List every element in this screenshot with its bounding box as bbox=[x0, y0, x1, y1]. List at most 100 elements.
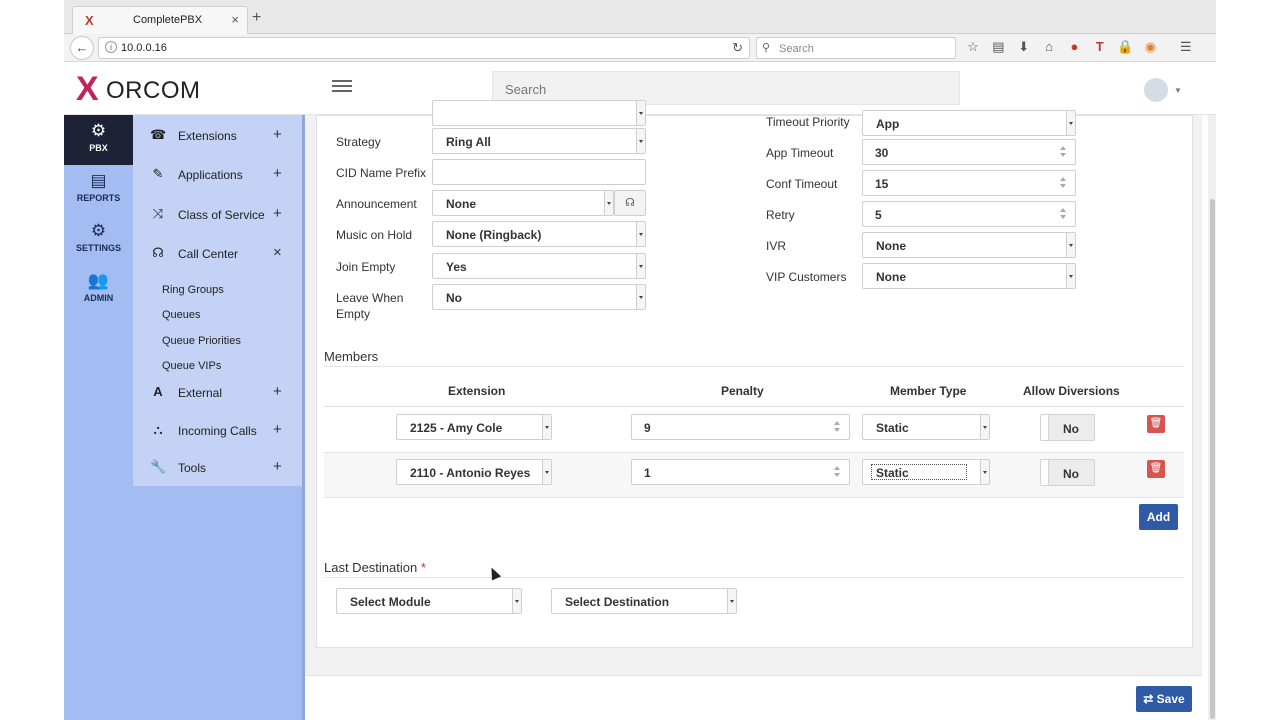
input-value: 30 bbox=[875, 146, 889, 160]
extension-t-icon[interactable]: T bbox=[1089, 39, 1111, 54]
sidebar-item-label: Incoming Calls bbox=[178, 424, 257, 438]
leave-when-empty-select[interactable]: No bbox=[432, 284, 646, 310]
scrollbar-thumb[interactable] bbox=[1210, 199, 1215, 719]
spinner-icon[interactable] bbox=[1059, 177, 1067, 189]
url-bar[interactable]: i 10.0.0.16 ↻ bbox=[98, 37, 750, 59]
browser-tab[interactable]: X CompletePBX × bbox=[72, 6, 248, 34]
member-type-select[interactable]: Static bbox=[862, 459, 990, 485]
conf-timeout-input[interactable]: 15 bbox=[862, 170, 1076, 196]
save-button[interactable]: ⇄ Save bbox=[1136, 686, 1192, 712]
extension-icon[interactable]: ◉ bbox=[1139, 39, 1161, 55]
primary-rail: ⚙ PBX ▤ REPORTS ⚙ SETTINGS 👥 ADMIN bbox=[64, 115, 133, 720]
divider bbox=[324, 366, 1184, 367]
sidebar-subitem-queues[interactable]: Queues bbox=[162, 309, 201, 321]
app-timeout-input[interactable]: 30 bbox=[862, 139, 1076, 165]
browser-search-input[interactable]: ⚲ Search bbox=[756, 37, 956, 59]
clipped-select[interactable] bbox=[432, 100, 646, 126]
timeout-priority-select[interactable]: App bbox=[862, 110, 1076, 136]
headphones-icon[interactable]: ☊ bbox=[614, 190, 646, 216]
spinner-icon[interactable] bbox=[1059, 208, 1067, 220]
new-tab-icon[interactable]: + bbox=[252, 9, 261, 27]
page-scrollbar[interactable] bbox=[1208, 115, 1216, 720]
select-value: 2110 - Antonio Reyes bbox=[410, 466, 531, 480]
info-icon[interactable]: i bbox=[105, 41, 117, 53]
list-menu-icon[interactable] bbox=[332, 80, 352, 96]
sidebar-item-external[interactable]: A External + bbox=[133, 373, 302, 411]
select-destination-dropdown[interactable]: Select Destination bbox=[551, 588, 737, 614]
sidebar-subitem-queue-priorities[interactable]: Queue Priorities bbox=[162, 335, 241, 347]
retry-label: Retry bbox=[766, 208, 795, 222]
sidebar-item-call-center[interactable]: ☊ Call Center × bbox=[133, 234, 302, 272]
strategy-select[interactable]: Ring All bbox=[432, 128, 646, 154]
delete-member-icon[interactable]: 🗑 bbox=[1147, 460, 1165, 478]
select-value: Select Module bbox=[350, 595, 431, 609]
back-icon[interactable]: ← bbox=[70, 36, 94, 60]
toggle-value: No bbox=[1063, 422, 1079, 436]
sidebar-item-applications[interactable]: ✎ Applications + bbox=[133, 155, 302, 193]
last-destination-label: Last Destination bbox=[324, 560, 418, 575]
home-icon[interactable]: ⌂ bbox=[1038, 39, 1060, 54]
user-avatar[interactable] bbox=[1144, 78, 1168, 102]
member-extension-select[interactable]: 2110 - Antonio Reyes bbox=[396, 459, 552, 485]
spinner-icon[interactable] bbox=[1059, 146, 1067, 158]
allow-diversions-toggle[interactable]: No bbox=[1040, 414, 1095, 441]
expand-plus-icon[interactable]: + bbox=[273, 205, 282, 222]
input-value: 1 bbox=[644, 466, 651, 480]
spinner-icon[interactable] bbox=[833, 466, 841, 478]
sidebar-subitem-queue-vips[interactable]: Queue VIPs bbox=[162, 360, 221, 372]
queue-form-card: App Timeout Priority Strategy Ring All C… bbox=[316, 100, 1193, 648]
avatar-caret-icon[interactable]: ▼ bbox=[1174, 86, 1182, 95]
expand-plus-icon[interactable]: + bbox=[273, 383, 282, 400]
select-module-dropdown[interactable]: Select Module bbox=[336, 588, 522, 614]
expand-plus-icon[interactable]: + bbox=[273, 458, 282, 475]
cid-prefix-input[interactable] bbox=[432, 159, 646, 185]
sidebar-item-tools[interactable]: 🔧 Tools + bbox=[133, 448, 302, 486]
sidebar-item-extensions[interactable]: ☎ Extensions + bbox=[133, 116, 302, 154]
retry-input[interactable]: 5 bbox=[862, 201, 1076, 227]
select-value: 2125 - Amy Cole bbox=[410, 421, 503, 435]
download-icon[interactable]: ⬇ bbox=[1013, 39, 1035, 55]
allow-diversions-toggle[interactable]: No bbox=[1040, 459, 1095, 486]
member-penalty-input[interactable]: 1 bbox=[631, 459, 850, 485]
conf-timeout-label: Conf Timeout bbox=[766, 177, 838, 191]
delete-member-icon[interactable]: 🗑 bbox=[1147, 415, 1165, 433]
ivr-select[interactable]: None bbox=[862, 232, 1076, 258]
sidebar-item-class-of-service[interactable]: ⤨ Class of Service + bbox=[133, 195, 302, 233]
hamburger-menu-icon[interactable]: ☰ bbox=[1175, 39, 1197, 55]
join-empty-select[interactable]: Yes bbox=[432, 253, 646, 279]
sidebar-item-incoming-calls[interactable]: ⛬ Incoming Calls + bbox=[133, 411, 302, 449]
rail-item-admin[interactable]: 👥 ADMIN bbox=[64, 265, 133, 315]
adblock-icon[interactable]: ● bbox=[1063, 39, 1085, 54]
phone-icon: ☎ bbox=[150, 127, 167, 142]
sitemap-icon: ⛬ bbox=[153, 422, 163, 437]
browser-window: X CompletePBX × + ← i 10.0.0.16 ↻ ⚲ Sear… bbox=[64, 0, 1216, 720]
bookmark-star-icon[interactable]: ☆ bbox=[962, 39, 984, 55]
logo-mark: X bbox=[76, 70, 99, 108]
members-title: Members bbox=[324, 349, 379, 364]
expand-plus-icon[interactable]: + bbox=[273, 126, 282, 143]
member-type-select[interactable]: Static bbox=[862, 414, 990, 440]
reload-icon[interactable]: ↻ bbox=[732, 40, 743, 56]
expand-plus-icon[interactable]: + bbox=[273, 165, 282, 182]
collapse-x-icon[interactable]: × bbox=[273, 244, 282, 261]
music-on-hold-select[interactable]: None (Ringback) bbox=[432, 221, 646, 247]
reading-list-icon[interactable]: ▤ bbox=[987, 39, 1009, 55]
rail-item-reports[interactable]: ▤ REPORTS bbox=[64, 165, 133, 215]
select-value: Select Destination bbox=[565, 595, 670, 609]
announcement-select[interactable]: None bbox=[432, 190, 614, 216]
member-penalty-input[interactable]: 9 bbox=[631, 414, 850, 440]
add-member-button[interactable]: Add bbox=[1139, 504, 1178, 530]
vip-customers-select[interactable]: None bbox=[862, 263, 1076, 289]
spinner-icon[interactable] bbox=[833, 421, 841, 433]
lock-icon[interactable]: 🔒 bbox=[1114, 39, 1136, 55]
tab-close-icon[interactable]: × bbox=[231, 12, 239, 27]
rail-item-settings[interactable]: ⚙ SETTINGS bbox=[64, 215, 133, 265]
favicon-icon: X bbox=[85, 13, 94, 28]
rail-item-pbx[interactable]: ⚙ PBX bbox=[64, 115, 133, 165]
member-extension-select[interactable]: 2125 - Amy Cole bbox=[396, 414, 552, 440]
sidebar-subitem-ring-groups[interactable]: Ring Groups bbox=[162, 284, 224, 296]
required-mark: * bbox=[420, 560, 426, 575]
select-value: App bbox=[876, 117, 900, 131]
expand-plus-icon[interactable]: + bbox=[273, 421, 282, 438]
xorcom-logo[interactable]: X ORCOM bbox=[76, 70, 200, 108]
